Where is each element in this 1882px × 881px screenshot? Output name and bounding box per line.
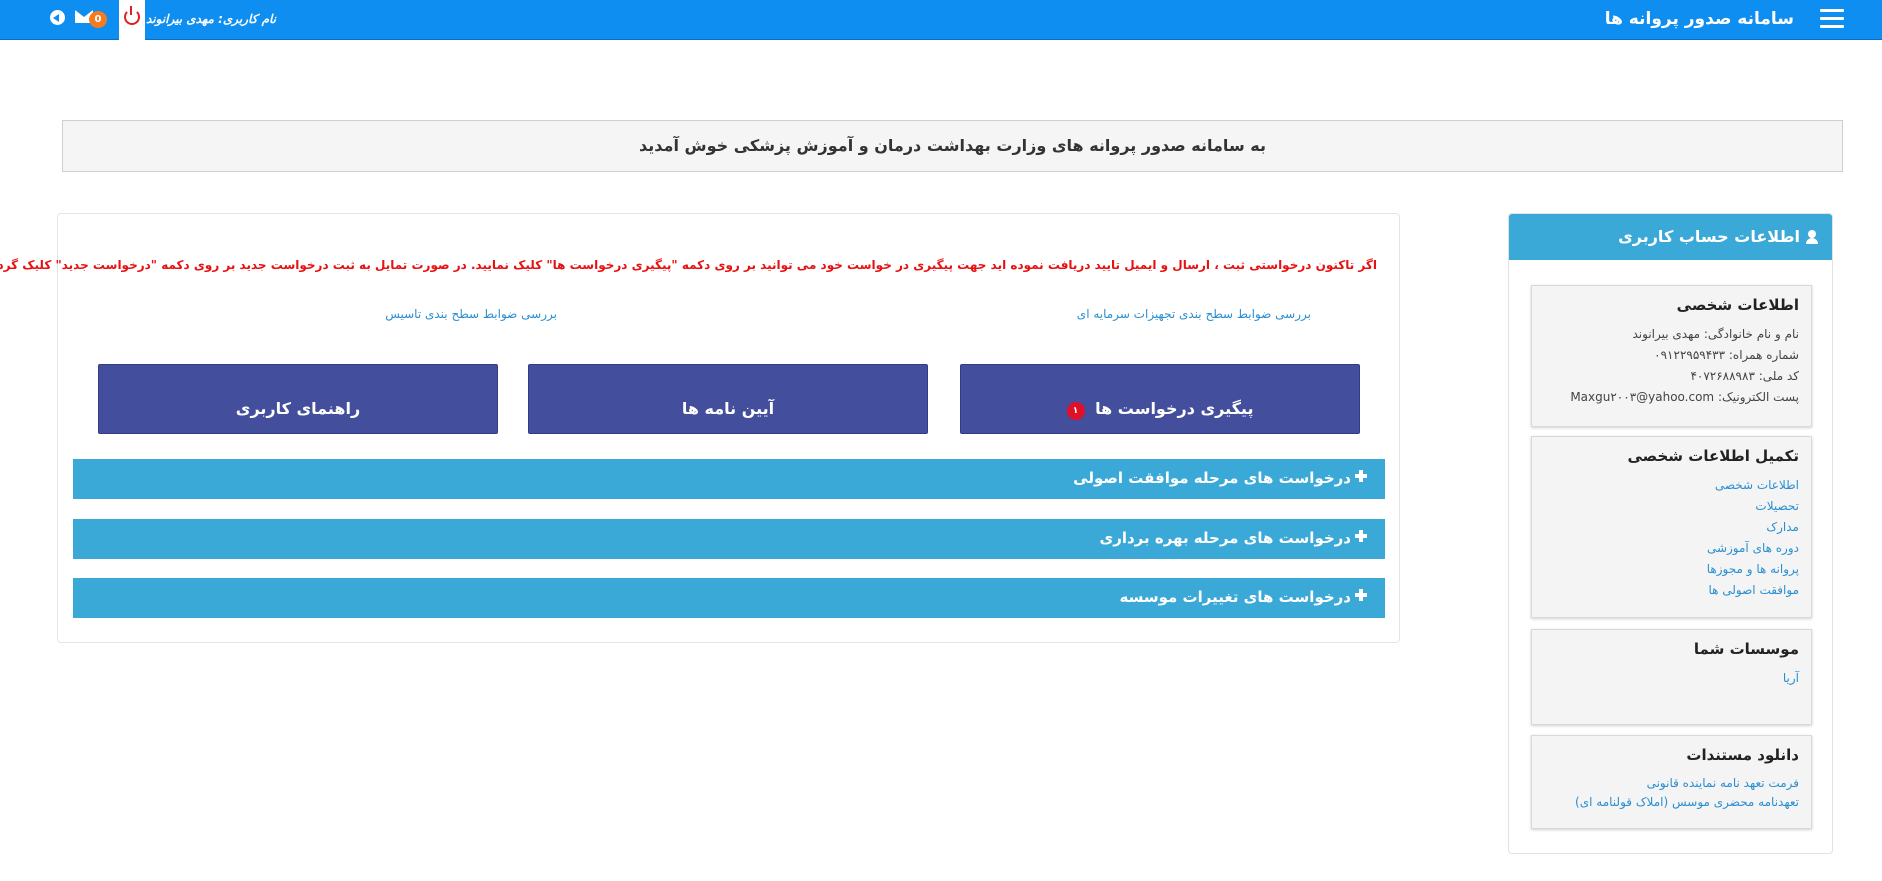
national-id-label: کد ملی: (1758, 369, 1799, 383)
top-navbar: سامانه صدور پروانه ها 0 نام کاربری: مهدی… (0, 0, 1882, 41)
link-personal-info[interactable]: اطلاعات شخصی (1532, 475, 1799, 496)
link-establishment-rules[interactable]: بررسی ضوابط سطح بندی تاسیس (385, 307, 557, 321)
power-icon[interactable] (124, 6, 140, 25)
followup-requests-label: پیگیری درخواست ها (1095, 399, 1254, 418)
welcome-banner: به سامانه صدور پروانه های وزارت بهداشت د… (62, 120, 1843, 172)
sidebar-header: اطلاعات حساب کاربری (1509, 214, 1832, 260)
email-line: پست الکترونیک: Maxgu۲۰۰۳@yahoo.com (1532, 387, 1799, 408)
institute-link[interactable]: آریا (1532, 668, 1799, 689)
email-value: Maxgu۲۰۰۳@yahoo.com (1570, 390, 1715, 404)
link-training-courses[interactable]: دوره های آموزشی (1532, 538, 1799, 559)
download-link-representative[interactable]: فرمت تعهد نامه نماینده قانونی (1532, 774, 1799, 793)
download-link-notarized[interactable]: تعهدنامه محضری موسس (املاک قولنامه ای) (1532, 793, 1799, 812)
downloads-title: دانلود مستندات (1686, 746, 1799, 764)
accordion-institute-changes[interactable]: درخواست های تغییرات موسسه (73, 578, 1385, 618)
accordion-operation-stage-label: درخواست های مرحله بهره برداری (1099, 529, 1351, 547)
complete-info-panel: تکمیل اطلاعات شخصی اطلاعات شخصی تحصیلات … (1531, 436, 1812, 618)
link-education[interactable]: تحصیلات (1532, 496, 1799, 517)
main-content: اگر تاکنون درخواستی ثبت ، ارسال و ایمیل … (0, 213, 1400, 643)
accordion-principle-approval[interactable]: درخواست های مرحله موافقت اصولی (73, 459, 1385, 499)
plus-icon (1355, 530, 1367, 542)
name-line: نام و نام خانوادگی: مهدی بیرانوند (1632, 327, 1799, 341)
app-title: سامانه صدور پروانه ها (1604, 9, 1794, 29)
back-arrow-icon[interactable] (50, 10, 65, 25)
plus-icon (1355, 589, 1367, 601)
sidebar-title: اطلاعات حساب کاربری (1618, 227, 1800, 246)
account-sidebar: اطلاعات حساب کاربری اطلاعات شخصی نام و ن… (1508, 213, 1833, 854)
user-guide-button[interactable]: راهنمای کاربری (98, 364, 498, 434)
institutes-panel: موسسات شما آریا (1531, 629, 1812, 725)
mail-count-badge[interactable]: 0 (89, 11, 107, 28)
regulations-label: آیین نامه ها (681, 399, 775, 418)
national-id-value: ۴۰۷۲۶۸۸۹۸۳ (1690, 369, 1755, 383)
followup-count-badge: ۱ (1066, 402, 1085, 420)
national-id-line: کد ملی: ۴۰۷۲۶۸۸۹۸۳ (1532, 366, 1799, 387)
hamburger-menu-icon[interactable] (1820, 9, 1844, 31)
mobile-label: شماره همراه: (1728, 348, 1799, 362)
accordion-principle-approval-label: درخواست های مرحله موافقت اصولی (1073, 469, 1351, 487)
mobile-line: شماره همراه: ۰۹۱۲۲۹۵۹۴۳۳ (1532, 345, 1799, 366)
link-equipment-rules[interactable]: بررسی ضوابط سطح بندی تجهیزات سرمایه ای (1077, 307, 1311, 321)
personal-info-title: اطلاعات شخصی (1676, 296, 1799, 314)
accordion-operation-stage[interactable]: درخواست های مرحله بهره برداری (73, 519, 1385, 559)
complete-info-title: تکمیل اطلاعات شخصی (1627, 447, 1800, 465)
accordion-institute-changes-label: درخواست های تغییرات موسسه (1119, 588, 1351, 606)
user-guide-label: راهنمای کاربری (235, 399, 361, 418)
link-documents[interactable]: مدارک (1532, 517, 1799, 538)
username-label: نام کاربری: مهدی بیرانوند (146, 12, 277, 26)
regulations-button[interactable]: آیین نامه ها (528, 364, 928, 434)
email-label: پست الکترونیک: (1717, 390, 1799, 404)
institutes-title: موسسات شما (1693, 640, 1799, 658)
mobile-value: ۰۹۱۲۲۹۵۹۴۳۳ (1654, 348, 1726, 362)
plus-icon (1355, 470, 1367, 482)
link-licenses[interactable]: پروانه ها و مجوزها (1532, 559, 1799, 580)
followup-requests-button[interactable]: پیگیری درخواست ها ۱ (960, 364, 1360, 434)
link-approvals[interactable]: موافقت اصولی ها (1532, 580, 1799, 601)
downloads-panel: دانلود مستندات فرمت تعهد نامه نماینده قا… (1531, 735, 1812, 829)
user-icon (1806, 230, 1818, 244)
personal-info-panel: اطلاعات شخصی نام و نام خانوادگی: مهدی بی… (1531, 285, 1812, 427)
notice-text: اگر تاکنون درخواستی ثبت ، ارسال و ایمیل … (0, 258, 1377, 272)
